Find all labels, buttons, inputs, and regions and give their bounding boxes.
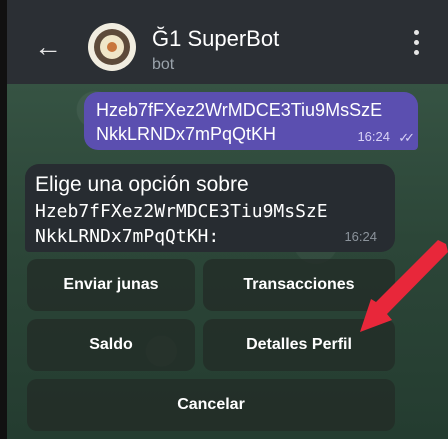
incoming-message[interactable]: Elige una opción sobre Hzeb7fFXez2WrMDCE…	[25, 164, 395, 252]
incoming-line-3: NkkLRNDx7mPqQtKH:	[35, 226, 220, 247]
balance-button[interactable]: Saldo	[27, 319, 195, 371]
send-junas-button[interactable]: Enviar junas	[27, 259, 195, 311]
more-vertical-icon[interactable]	[414, 30, 420, 60]
annotation-arrow-shape	[360, 240, 448, 332]
outgoing-timestamp: 16:24	[357, 129, 390, 144]
chat-title[interactable]: Ğ1 SuperBot	[152, 26, 279, 52]
avatar[interactable]	[88, 23, 136, 71]
arrow-left-icon[interactable]: ←	[33, 32, 63, 62]
chat-header: ← Ğ1 SuperBot bot	[7, 0, 448, 84]
incoming-line-1: Elige una opción sobre	[35, 173, 249, 196]
menu-dot	[414, 30, 419, 35]
left-edge	[0, 0, 7, 439]
chat-subtitle: bot	[152, 56, 175, 73]
menu-dot	[414, 40, 419, 45]
menu-dot	[414, 50, 419, 55]
double-check-icon: ✓✓	[398, 130, 415, 145]
annotation-arrow-icon	[360, 240, 448, 332]
cancel-button[interactable]: Cancelar	[27, 379, 395, 431]
incoming-line-2: Hzeb7fFXez2WrMDCE3Tiu9MsSzE	[35, 201, 328, 222]
outgoing-message[interactable]: Hzeb7fFXez2WrMDCE3Tiu9MsSzE NkkLRNDx7mPq…	[84, 92, 418, 150]
avatar-dot	[107, 42, 117, 52]
outgoing-line-1: Hzeb7fFXez2WrMDCE3Tiu9MsSzE	[96, 100, 383, 120]
